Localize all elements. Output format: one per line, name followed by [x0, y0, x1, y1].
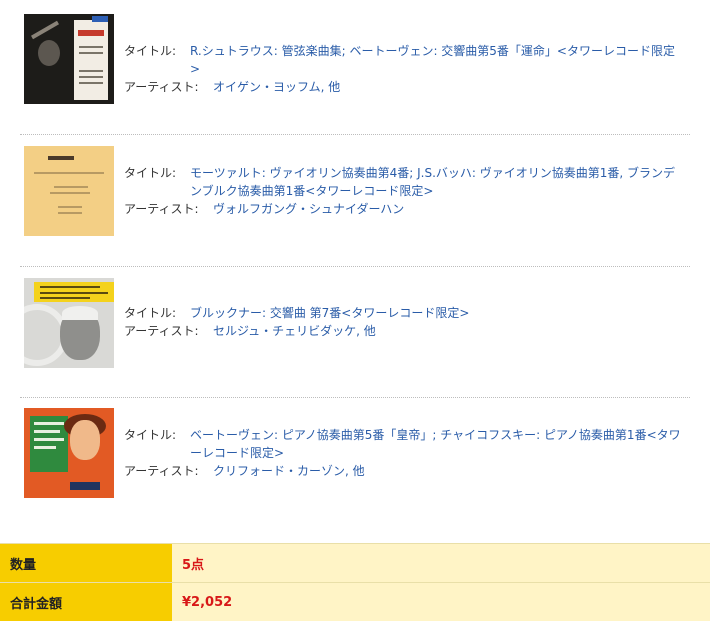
title-label: タイトル: — [124, 304, 176, 322]
quantity-value: 5点 — [172, 544, 710, 583]
list-item: タイトル: ブルックナー: 交響曲 第7番<タワーレコード限定> アーティスト:… — [20, 278, 690, 370]
album-title-link[interactable]: ブルックナー: 交響曲 第7番<タワーレコード限定> — [190, 304, 684, 322]
quantity-label: 数量 — [0, 544, 172, 583]
divider — [20, 134, 690, 135]
title-label: タイトル: — [124, 42, 176, 60]
album-cover-1[interactable] — [24, 14, 114, 104]
title-label: タイトル: — [124, 426, 176, 444]
total-label: 合計金額 — [0, 583, 172, 621]
total-row: 合計金額 ¥2,052 — [0, 583, 710, 621]
total-value: ¥2,052 — [172, 583, 710, 621]
artist-label: アーティスト: — [124, 200, 199, 218]
artist-link[interactable]: ヴォルフガング・シュナイダーハン — [213, 200, 684, 218]
album-title-link[interactable]: ベートーヴェン: ピアノ協奏曲第5番「皇帝」; チャイコフスキー: ピアノ協奏曲… — [190, 426, 684, 462]
album-title-link[interactable]: モーツァルト: ヴァイオリン協奏曲第4番; J.S.バッハ: ヴァイオリン協奏曲… — [190, 164, 684, 200]
title-label: タイトル: — [124, 164, 176, 182]
artist-label: アーティスト: — [124, 78, 199, 96]
album-title-link[interactable]: R.シュトラウス: 管弦楽曲集; ベートーヴェン: 交響曲第5番「運命」<タワー… — [190, 42, 684, 78]
order-summary-table: 数量 5点 合計金額 ¥2,052 — [0, 543, 710, 621]
artist-link[interactable]: オイゲン・ヨッフム, 他 — [213, 78, 684, 96]
album-cover-3[interactable] — [24, 278, 114, 368]
divider — [20, 266, 690, 267]
album-cover-4[interactable] — [24, 408, 114, 498]
album-cover-2[interactable] — [24, 146, 114, 236]
list-item: タイトル: R.シュトラウス: 管弦楽曲集; ベートーヴェン: 交響曲第5番「運… — [20, 14, 690, 106]
list-item: タイトル: モーツァルト: ヴァイオリン協奏曲第4番; J.S.バッハ: ヴァイ… — [20, 146, 690, 238]
list-item: タイトル: ベートーヴェン: ピアノ協奏曲第5番「皇帝」; チャイコフスキー: … — [20, 408, 690, 500]
artist-link[interactable]: セルジュ・チェリビダッケ, 他 — [213, 322, 684, 340]
artist-label: アーティスト: — [124, 462, 199, 480]
divider — [20, 397, 690, 398]
artist-link[interactable]: クリフォード・カーゾン, 他 — [213, 462, 684, 480]
artist-label: アーティスト: — [124, 322, 199, 340]
quantity-row: 数量 5点 — [0, 544, 710, 583]
